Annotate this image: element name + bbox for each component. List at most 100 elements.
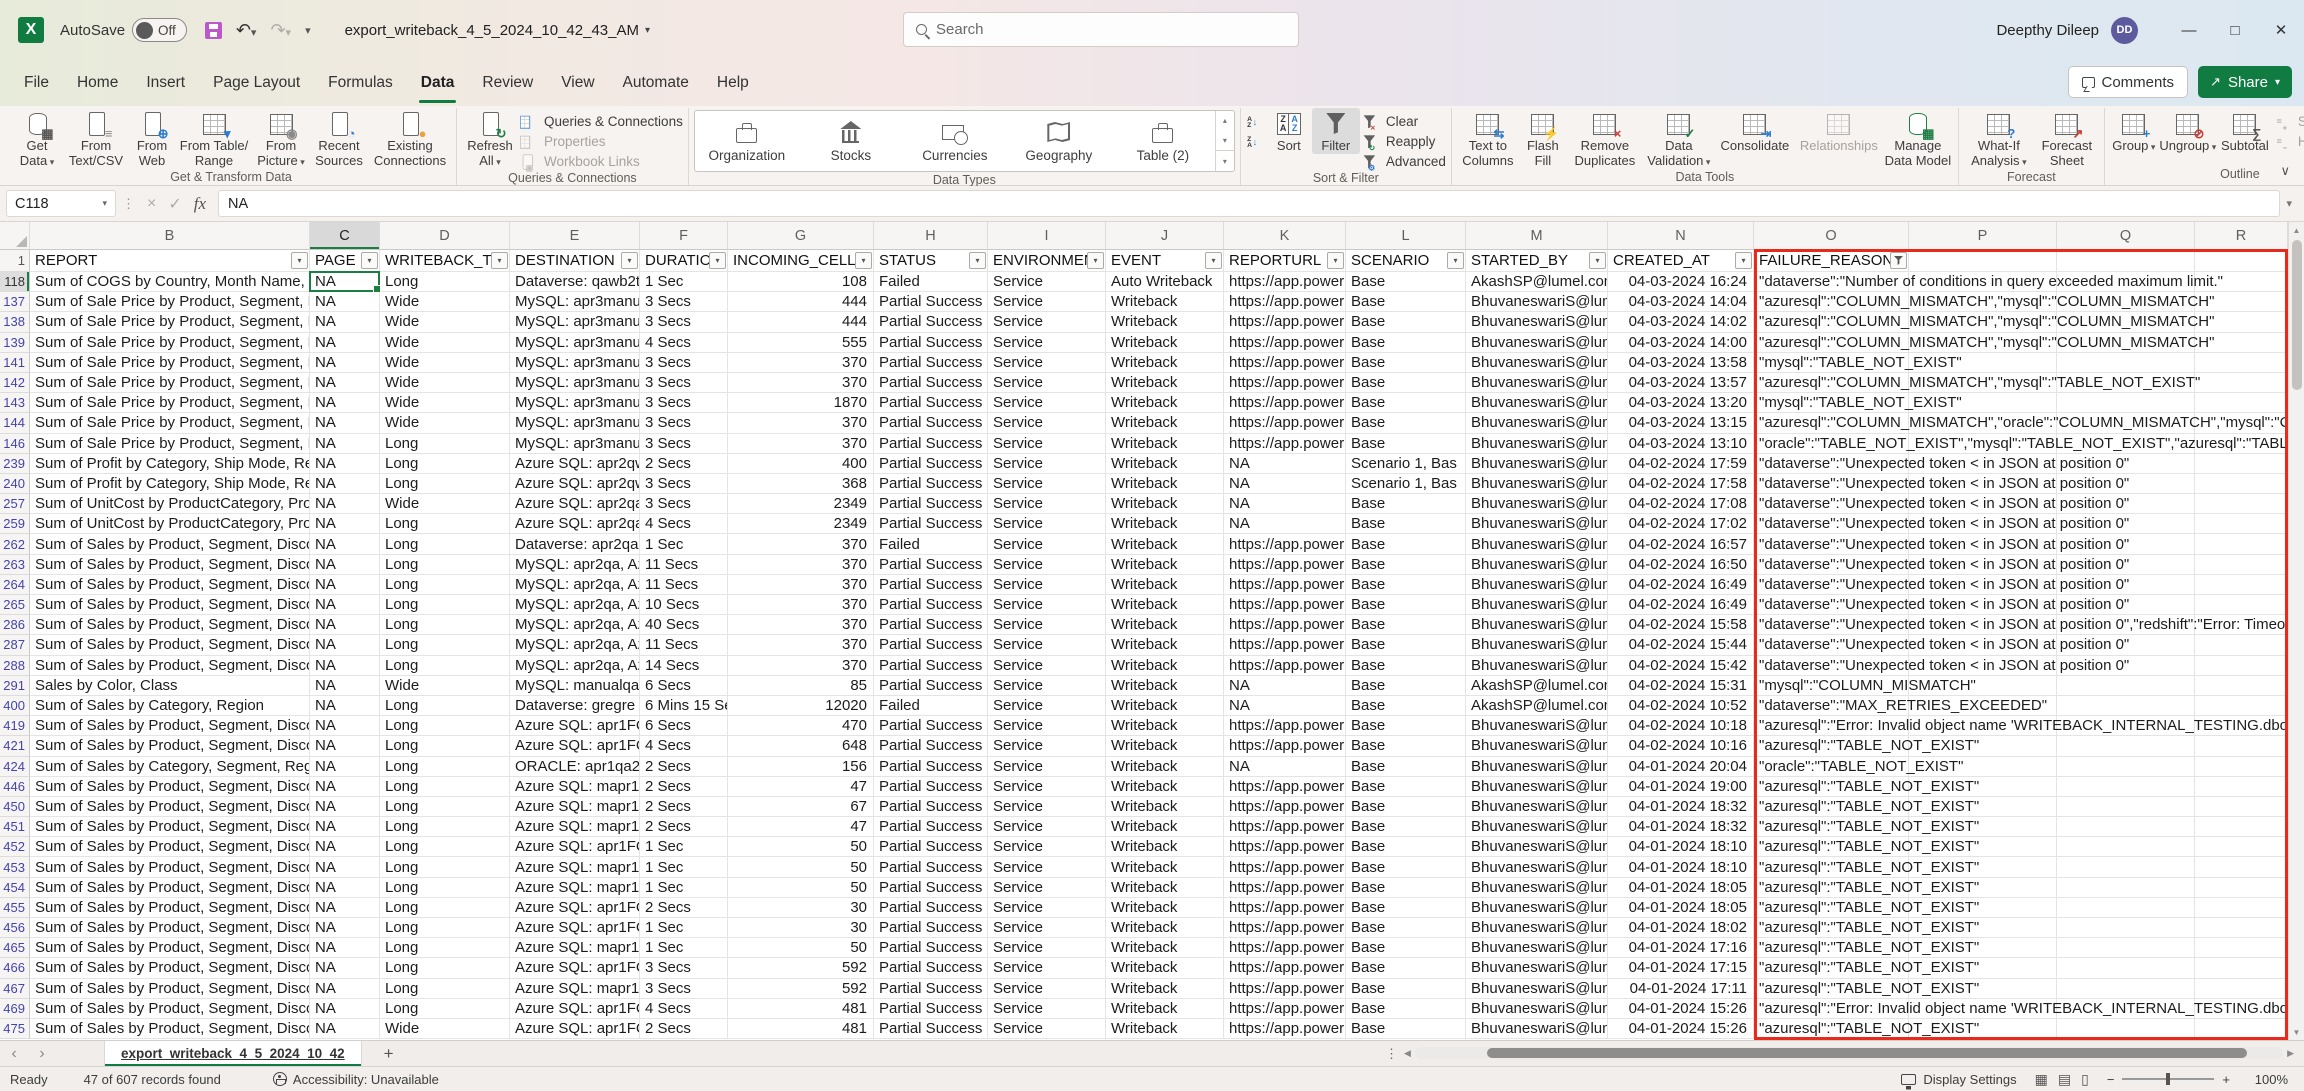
cell-G424[interactable]: 156 [728,757,874,777]
row-header-469[interactable]: 469 [0,999,30,1019]
cell-E143[interactable]: MySQL: apr3manual, Az [510,393,640,413]
cell-B143[interactable]: Sum of Sale Price by Product, Segment, D… [30,393,310,413]
cell-K421[interactable]: https://app.powerbi.co [1224,736,1346,756]
cell-D137[interactable]: Wide [380,292,510,312]
tab-automate[interactable]: Automate [609,60,703,106]
header-cell-DURATION[interactable]: DURATION▾ [640,250,728,272]
cell-F137[interactable]: 3 Secs [640,292,728,312]
column-header-H[interactable]: H [874,222,988,250]
cell-G400[interactable]: 12020 [728,696,874,716]
cell-I138[interactable]: Service [988,312,1106,332]
zoom-in-icon[interactable]: + [2222,1072,2230,1087]
header-cell-STATUS[interactable]: STATUS▾ [874,250,988,272]
cell-F419[interactable]: 6 Secs [640,716,728,736]
row-header-446[interactable]: 446 [0,777,30,797]
cell-E291[interactable]: MySQL: manualqa12, M [510,676,640,696]
row-header-419[interactable]: 419 [0,716,30,736]
row-header-137[interactable]: 137 [0,292,30,312]
cell-C141[interactable]: NA [310,353,380,373]
cell-I465[interactable]: Service [988,938,1106,958]
cell-D138[interactable]: Wide [380,312,510,332]
cell-E262[interactable]: Dataverse: apr2qa [510,534,640,554]
cell-D139[interactable]: Wide [380,333,510,353]
cell-G137[interactable]: 444 [728,292,874,312]
cell-E259[interactable]: Azure SQL: apr2qa4, Da [510,514,640,534]
cell-F142[interactable]: 3 Secs [640,373,728,393]
cell-G138[interactable]: 444 [728,312,874,332]
cell-O400[interactable]: "dataverse":"MAX_RETRIES_EXCEEDED" [1754,696,1909,716]
cell-G419[interactable]: 470 [728,716,874,736]
cell-C144[interactable]: NA [310,413,380,433]
cell-B466[interactable]: Sum of Sales by Product, Segment, Discou… [30,958,310,978]
cell-M137[interactable]: BhuvaneswariS@lumel [1466,292,1608,312]
cell-D240[interactable]: Long [380,474,510,494]
clear-button[interactable]: ×Clear [1361,113,1446,130]
row-header-467[interactable]: 467 [0,979,30,999]
cell-I240[interactable]: Service [988,474,1106,494]
header-cell-REPORTURL[interactable]: REPORTURL▾ [1224,250,1346,272]
cell-D466[interactable]: Long [380,958,510,978]
cell-G456[interactable]: 30 [728,918,874,938]
cell-H264[interactable]: Partial Success [874,575,988,595]
cell-H118[interactable]: Failed [874,272,988,292]
cell-O259[interactable]: "dataverse":"Unexpected token < in JSON … [1754,514,1909,534]
cell-R453[interactable] [2195,857,2288,877]
cell-G262[interactable]: 370 [728,534,874,554]
cell-N469[interactable]: 04-01-2024 15:26 [1608,999,1754,1019]
tab-file[interactable]: File [10,60,63,106]
cell-F259[interactable]: 4 Secs [640,514,728,534]
cell-R143[interactable] [2195,393,2288,413]
cell-C446[interactable]: NA [310,777,380,797]
cell-J264[interactable]: Writeback [1106,575,1224,595]
header-cell-empty[interactable] [2195,250,2288,272]
row-header-138[interactable]: 138 [0,312,30,332]
cell-E446[interactable]: Azure SQL: mapr1FC, A [510,777,640,797]
column-header-E[interactable]: E [510,222,640,250]
cell-D451[interactable]: Long [380,817,510,837]
cell-H467[interactable]: Partial Success [874,979,988,999]
cell-N465[interactable]: 04-01-2024 17:16 [1608,938,1754,958]
cell-L424[interactable]: Base [1346,757,1466,777]
column-header-L[interactable]: L [1346,222,1466,250]
cell-E456[interactable]: Azure SQL: apr1FC, Azu [510,918,640,938]
cell-O286[interactable]: "dataverse":"Unexpected token < in JSON … [1754,615,1909,635]
row-header-262[interactable]: 262 [0,534,30,554]
cell-J419[interactable]: Writeback [1106,716,1224,736]
cell-N142[interactable]: 04-03-2024 13:57 [1608,373,1754,393]
cell-I143[interactable]: Service [988,393,1106,413]
cell-E141[interactable]: MySQL: apr3manual, Az [510,353,640,373]
cell-L291[interactable]: Base [1346,676,1466,696]
horizontal-scroll-thumb[interactable] [1487,1048,2247,1058]
cell-C469[interactable]: NA [310,999,380,1019]
header-cell-INCOMING_CELL_CO[interactable]: INCOMING_CELL_CO▾ [728,250,874,272]
cell-G446[interactable]: 47 [728,777,874,797]
cell-Q456[interactable] [2057,918,2195,938]
cell-J291[interactable]: Writeback [1106,676,1224,696]
cell-C118[interactable]: NA [310,272,380,292]
row-header-139[interactable]: 139 [0,333,30,353]
cell-B465[interactable]: Sum of Sales by Product, Segment, Discou… [30,938,310,958]
cell-R287[interactable] [2195,635,2288,655]
cell-B446[interactable]: Sum of Sales by Product, Segment, Discou… [30,777,310,797]
filter-dropdown-icon[interactable]: ▾ [1087,252,1104,269]
cell-F257[interactable]: 3 Secs [640,494,728,514]
cell-D263[interactable]: Long [380,555,510,575]
cell-B286[interactable]: Sum of Sales by Product, Segment, Discou… [30,615,310,635]
horizontal-scrollbar[interactable]: ◀ ▶ [1404,1044,2294,1062]
cell-O146[interactable]: "oracle":"TABLE_NOT_EXIST","mysql":"TABL… [1754,434,1909,454]
cell-K454[interactable]: https://app.powerbi.co [1224,878,1346,898]
filter-dropdown-icon[interactable]: ▾ [1205,252,1222,269]
cell-G453[interactable]: 50 [728,857,874,877]
cell-J146[interactable]: Writeback [1106,434,1224,454]
cell-O469[interactable]: "azuresql":"Error: Invalid object name '… [1754,999,1909,1019]
zoom-slider-knob[interactable] [2166,1073,2170,1085]
cell-R291[interactable] [2195,676,2288,696]
cell-C466[interactable]: NA [310,958,380,978]
zoom-out-icon[interactable]: − [2107,1072,2115,1087]
from-table-range-button[interactable]: ▾From Table/ Range [176,108,252,168]
header-cell-CREATED_AT[interactable]: CREATED_AT▾ [1608,250,1754,272]
cell-M143[interactable]: BhuvaneswariS@lumel [1466,393,1608,413]
cell-G467[interactable]: 592 [728,979,874,999]
cell-Q467[interactable] [2057,979,2195,999]
cell-J453[interactable]: Writeback [1106,857,1224,877]
